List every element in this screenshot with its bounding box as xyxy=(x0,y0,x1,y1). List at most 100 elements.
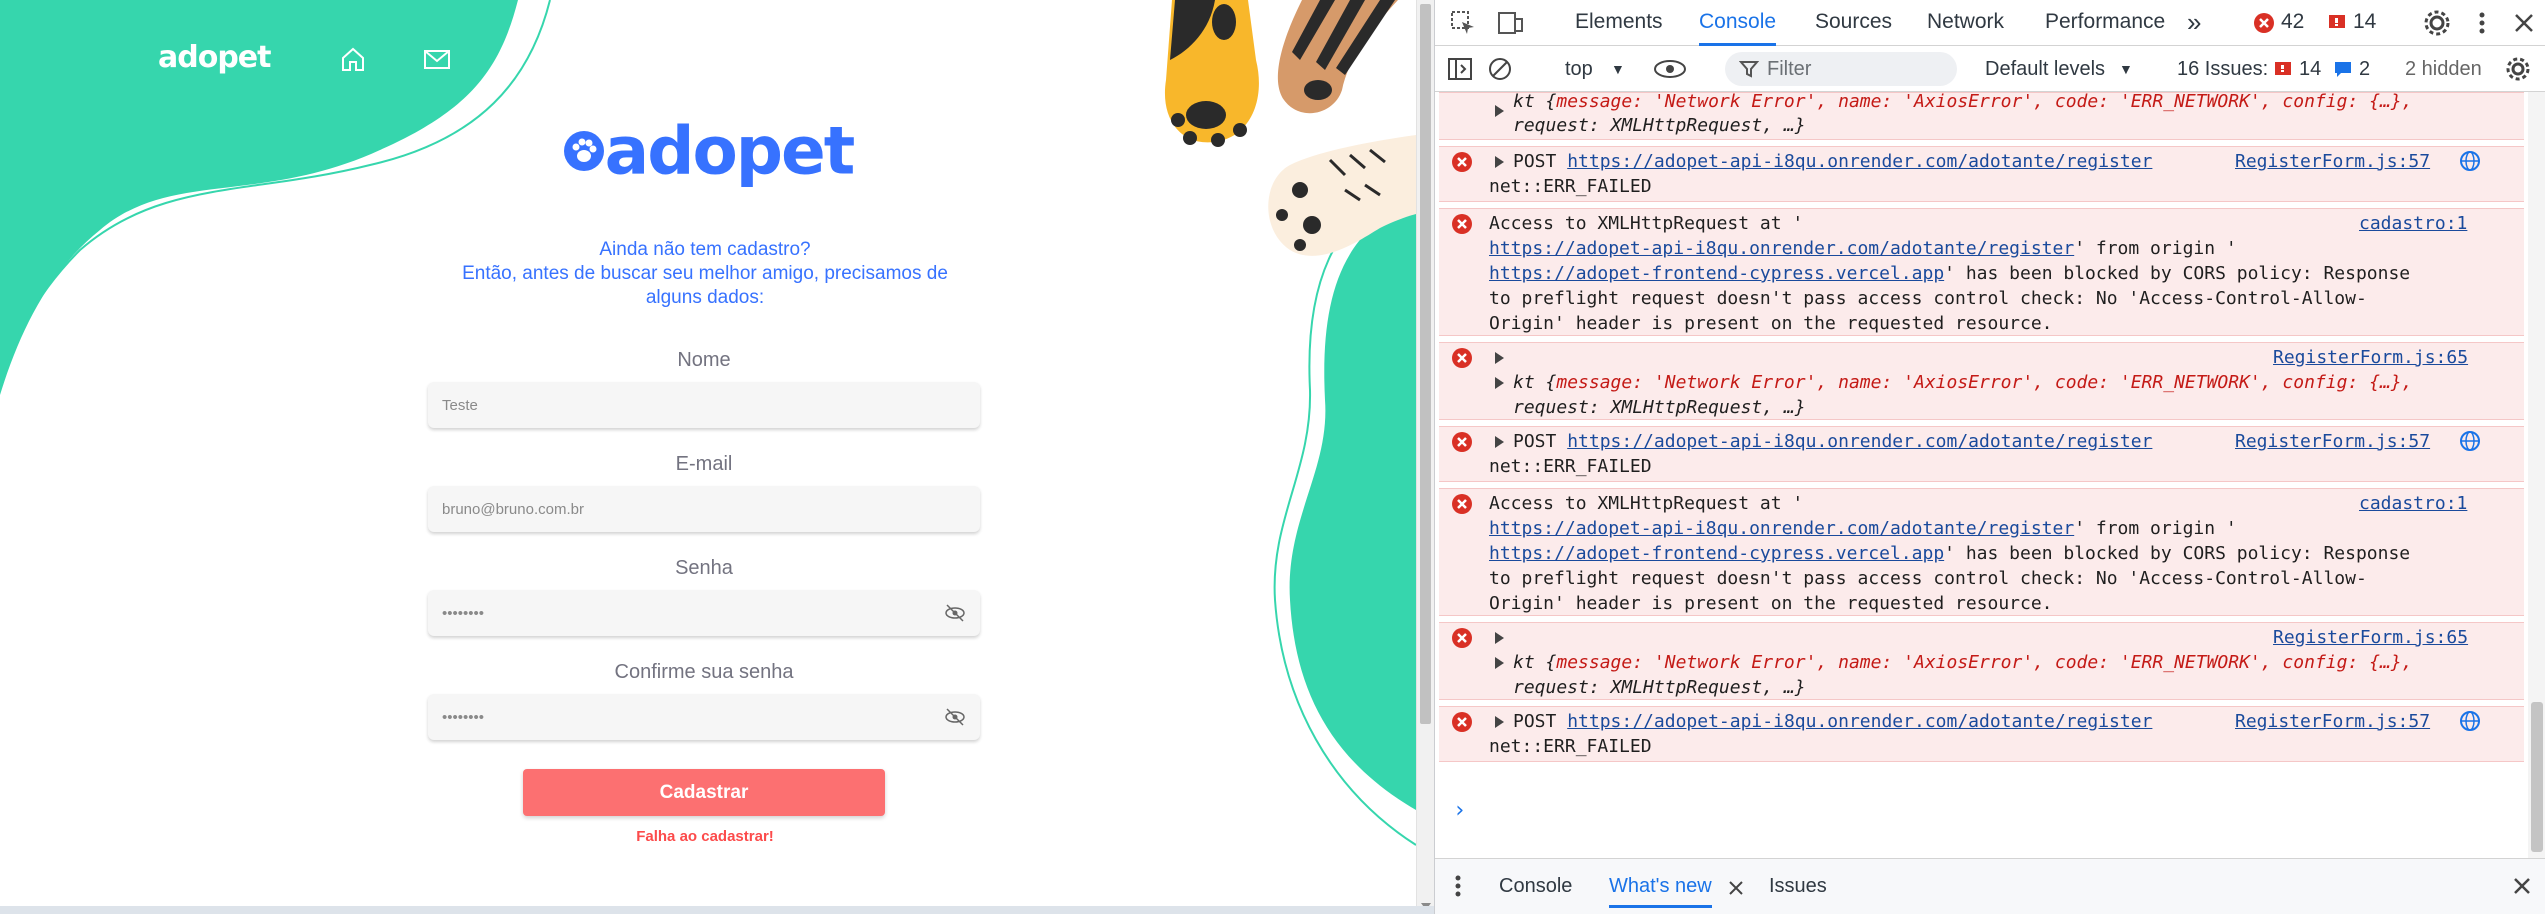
clear-console-icon[interactable] xyxy=(1487,56,1513,82)
expand-triangle-icon[interactable] xyxy=(1495,352,1504,364)
expand-triangle-icon[interactable] xyxy=(1495,716,1504,728)
hidden-count: 2 hidden xyxy=(2405,58,2482,80)
eye-slash-icon[interactable] xyxy=(944,603,966,623)
network-globe-icon[interactable] xyxy=(2459,150,2481,172)
console-error-row[interactable]: RegisterForm.js:65 kt {message: 'Network… xyxy=(1439,622,2524,700)
drawer-menu-icon[interactable] xyxy=(1453,873,1463,899)
tab-network[interactable]: Network xyxy=(1927,0,2004,46)
issue-flag-icon[interactable] xyxy=(2327,12,2347,34)
drawer-tab-whats-new[interactable]: What's new xyxy=(1609,871,1712,908)
live-expression-eye-icon[interactable] xyxy=(1653,58,1687,80)
email-input[interactable] xyxy=(428,486,980,532)
console-messages: kt {message: 'Network Error', name: 'Axi… xyxy=(1435,92,2545,858)
expand-triangle-icon[interactable] xyxy=(1495,105,1504,117)
issues-error-count[interactable]: 14 xyxy=(2299,46,2321,92)
cors-origin-link[interactable]: https://adopet-frontend-cypress.vercel.a… xyxy=(1489,543,1944,564)
devtools-tabbar: Elements Console Sources Network Perform… xyxy=(1435,0,2545,46)
issues-label[interactable]: 16 Issues: xyxy=(2177,46,2268,92)
error-circle-icon xyxy=(1452,432,1472,452)
expand-triangle-icon[interactable] xyxy=(1495,156,1504,168)
cors-url-link[interactable]: https://adopet-api-i8qu.onrender.com/ado… xyxy=(1489,238,2074,259)
expand-triangle-icon[interactable] xyxy=(1495,436,1504,448)
source-link[interactable]: cadastro:1 xyxy=(2359,211,2467,236)
console-error-row[interactable]: kt {message: 'Network Error', name: 'Axi… xyxy=(1439,92,2524,140)
tab-performance[interactable]: Performance xyxy=(2045,0,2165,46)
cors-line1: Access to XMLHttpRequest at ' xyxy=(1489,213,1804,234)
log-levels-select[interactable]: Default levels xyxy=(1985,46,2105,92)
devtools-drawer: Console What's new Issues xyxy=(1435,858,2545,914)
close-tab-icon[interactable] xyxy=(1727,879,1745,897)
console-error-row[interactable]: POST https://adopet-api-i8qu.onrender.co… xyxy=(1439,146,2524,202)
register-error-message: Falha ao cadastrar! xyxy=(636,828,774,845)
close-drawer-icon[interactable] xyxy=(2511,875,2533,897)
filter-box[interactable]: Filter xyxy=(1725,52,1957,86)
post-url-link[interactable]: https://adopet-api-i8qu.onrender.com/ado… xyxy=(1567,711,2152,732)
tab-console[interactable]: Console xyxy=(1699,0,1777,46)
expand-triangle-icon[interactable] xyxy=(1495,657,1504,669)
expand-triangle-icon[interactable] xyxy=(1495,377,1504,389)
cors-origin-link[interactable]: https://adopet-frontend-cypress.vercel.a… xyxy=(1489,263,1944,284)
tab-elements[interactable]: Elements xyxy=(1575,0,1663,46)
console-error-row[interactable]: RegisterForm.js:65 kt {message: 'Network… xyxy=(1439,342,2524,420)
drawer-tab-issues[interactable]: Issues xyxy=(1769,871,1827,901)
filter-input[interactable]: Filter xyxy=(1767,52,1811,86)
source-link[interactable]: RegisterForm.js:57 xyxy=(2235,149,2430,174)
more-options-icon[interactable] xyxy=(2475,9,2489,37)
console-settings-gear-icon[interactable] xyxy=(2505,56,2531,82)
console-error-row[interactable]: Access to XMLHttpRequest at ' cadastro:1… xyxy=(1439,208,2524,336)
console-error-row[interactable]: Access to XMLHttpRequest at ' cadastro:1… xyxy=(1439,488,2524,616)
error-count[interactable]: 42 xyxy=(2281,0,2304,46)
sidebar-toggle-icon[interactable] xyxy=(1447,56,1473,82)
inspect-element-icon[interactable] xyxy=(1449,9,1477,37)
kt-prefix: kt { xyxy=(1513,92,1557,112)
source-link[interactable]: RegisterForm.js:65 xyxy=(2273,345,2468,370)
levels-chevron-down-icon[interactable]: ▼ xyxy=(2119,46,2133,92)
source-link[interactable]: RegisterForm.js:65 xyxy=(2273,625,2468,650)
error-circle-icon xyxy=(1452,628,1472,648)
context-chevron-down-icon[interactable]: ▼ xyxy=(1611,46,1625,92)
close-devtools-icon[interactable] xyxy=(2511,10,2537,36)
eye-slash-icon[interactable] xyxy=(944,707,966,727)
network-globe-icon[interactable] xyxy=(2459,710,2481,732)
page-scrollbar[interactable] xyxy=(1416,0,1434,914)
error-circle-icon xyxy=(1452,152,1472,172)
issues-info-count[interactable]: 2 xyxy=(2359,46,2370,92)
name-label: Nome xyxy=(677,349,731,371)
register-button[interactable]: Cadastrar xyxy=(523,769,885,816)
device-toolbar-icon[interactable] xyxy=(1495,9,1525,37)
context-select[interactable]: top xyxy=(1565,46,1593,92)
tab-sources[interactable]: Sources xyxy=(1815,0,1892,46)
more-tabs-chevron-icon[interactable]: » xyxy=(2187,0,2201,46)
source-link[interactable]: RegisterForm.js:57 xyxy=(2235,429,2430,454)
post-url-link[interactable]: https://adopet-api-i8qu.onrender.com/ado… xyxy=(1567,151,2152,172)
issues-info-icon[interactable] xyxy=(2333,59,2353,79)
network-globe-icon[interactable] xyxy=(2459,430,2481,452)
password-input[interactable] xyxy=(428,590,980,636)
error-circle-icon xyxy=(1452,348,1472,368)
cors-url-link[interactable]: https://adopet-api-i8qu.onrender.com/ado… xyxy=(1489,518,2074,539)
issue-flag-count[interactable]: 14 xyxy=(2353,0,2376,46)
source-link[interactable]: RegisterForm.js:57 xyxy=(2235,709,2430,734)
error-count-icon[interactable] xyxy=(2253,12,2275,34)
cors-line1: Access to XMLHttpRequest at ' xyxy=(1489,493,1804,514)
register-form: Nome E-mail Senha Confirme sua senha xyxy=(428,346,980,762)
confirm-password-input[interactable] xyxy=(428,694,980,740)
mail-icon[interactable] xyxy=(422,44,452,74)
page-scrollbar-thumb[interactable] xyxy=(1420,4,1431,724)
name-input[interactable] xyxy=(428,382,980,428)
window-bottom-strip xyxy=(0,906,1434,914)
console-error-row[interactable]: POST https://adopet-api-i8qu.onrender.co… xyxy=(1439,706,2524,762)
home-icon[interactable] xyxy=(338,44,368,74)
paw-icon xyxy=(563,130,604,171)
issues-error-flag-icon[interactable] xyxy=(2273,59,2293,79)
settings-gear-icon[interactable] xyxy=(2423,9,2451,37)
source-link[interactable]: cadastro:1 xyxy=(2359,491,2467,516)
console-scrollbar-thumb[interactable] xyxy=(2531,702,2543,852)
console-scrollbar[interactable] xyxy=(2528,92,2545,858)
post-url-link[interactable]: https://adopet-api-i8qu.onrender.com/ado… xyxy=(1567,431,2152,452)
drawer-tab-console[interactable]: Console xyxy=(1499,871,1572,901)
console-error-row[interactable]: POST https://adopet-api-i8qu.onrender.co… xyxy=(1439,426,2524,482)
console-prompt-chevron-icon[interactable]: › xyxy=(1453,798,1466,823)
nav-logo[interactable]: adopet xyxy=(158,40,271,75)
expand-triangle-icon[interactable] xyxy=(1495,632,1504,644)
